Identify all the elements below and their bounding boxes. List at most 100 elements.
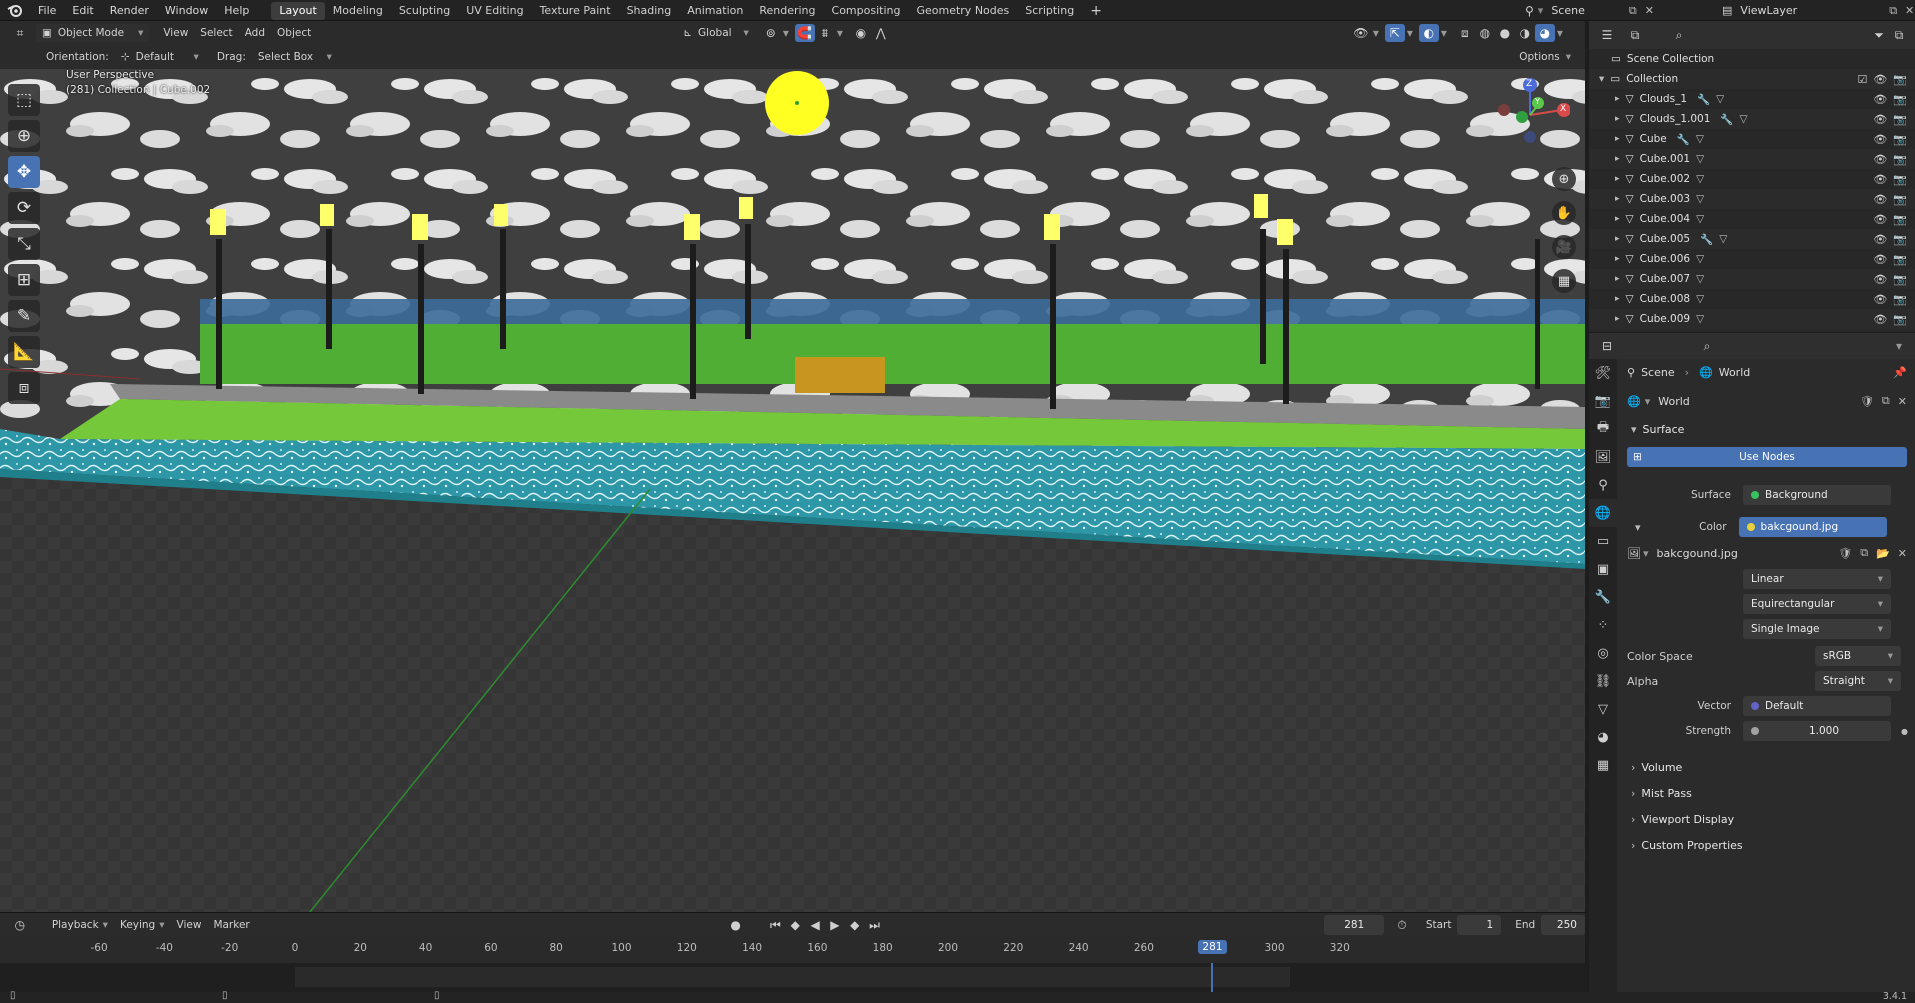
mesh-data-icon[interactable]: ▽ bbox=[1739, 113, 1747, 125]
camera-render-icon[interactable]: 📷 bbox=[1893, 233, 1907, 246]
fake-user-icon[interactable]: 🛡 bbox=[1838, 547, 1852, 560]
new-view-layer-icon[interactable]: ⧉ bbox=[1889, 4, 1897, 18]
timeline-track-area[interactable] bbox=[0, 963, 1585, 993]
mode-dropdown[interactable]: ▣ Object Mode ▾ bbox=[36, 24, 150, 42]
view-layer-selector[interactable]: ▤ ViewLayer ⧉ ✕ bbox=[1722, 0, 1914, 21]
expand-arrow-icon[interactable]: ▸ bbox=[1615, 114, 1620, 124]
outliner-item[interactable]: ▸ ▽ Cube.009 ▽ 👁 📷 bbox=[1589, 309, 1915, 329]
drag-dropdown[interactable]: Select Box ▾ bbox=[252, 48, 338, 66]
eye-icon[interactable]: 👁 bbox=[1873, 293, 1887, 306]
playhead-frame-indicator[interactable]: 281 bbox=[1198, 940, 1227, 954]
keyframe-dot-icon[interactable]: ● bbox=[1901, 727, 1908, 736]
eye-icon[interactable]: 👁 bbox=[1873, 273, 1887, 286]
outliner-scene-collection[interactable]: ▭ Scene Collection bbox=[1589, 49, 1915, 69]
material-preview-shading-icon[interactable]: ◑ bbox=[1515, 24, 1535, 42]
modifier-wrench-icon[interactable]: 🔧 bbox=[1700, 233, 1713, 246]
expand-arrow-icon[interactable]: ▸ bbox=[1615, 274, 1620, 284]
mesh-data-icon[interactable]: ▽ bbox=[1696, 253, 1704, 265]
camera-render-icon[interactable]: 📷 bbox=[1893, 253, 1907, 266]
xray-toggle-icon[interactable]: ⧈ bbox=[1455, 24, 1475, 42]
filter-icon[interactable]: ⏷ bbox=[1869, 26, 1889, 44]
timeline-ruler[interactable]: -60 -40 -20 0 20 40 60 80 100 120 140 160 180 200 220 2… bbox=[0, 937, 1585, 963]
scene-tab-icon[interactable]: ⚲ bbox=[1589, 471, 1617, 499]
marker-menu[interactable]: Marker bbox=[207, 916, 255, 934]
world-datablock-selector[interactable]: 🌐 ▾ World 🛡 ⧉ ✕ bbox=[1627, 389, 1907, 413]
camera-render-icon[interactable]: 📷 bbox=[1893, 153, 1907, 166]
tab-animation[interactable]: Animation bbox=[679, 2, 751, 20]
select-box-tool-icon[interactable]: ⬚ bbox=[8, 84, 40, 116]
end-frame-field[interactable]: 250 bbox=[1541, 915, 1585, 935]
tab-sculpting[interactable]: Sculpting bbox=[391, 2, 458, 20]
projection-dropdown[interactable]: Equirectangular ▾ bbox=[1743, 594, 1891, 614]
mesh-data-icon[interactable]: ▽ bbox=[1696, 173, 1704, 185]
data-tab-icon[interactable]: ▽ bbox=[1589, 695, 1617, 723]
rotate-tool-icon[interactable]: ⟳ bbox=[8, 192, 40, 224]
menu-help[interactable]: Help bbox=[216, 0, 257, 21]
overlays-toggle-icon[interactable]: ◐ bbox=[1418, 24, 1439, 42]
move-tool-icon[interactable]: ✥ bbox=[8, 156, 40, 188]
camera-render-icon[interactable]: 📷 bbox=[1893, 273, 1907, 286]
add-cube-tool-icon[interactable]: ⧈ bbox=[8, 372, 40, 404]
eye-icon[interactable]: 👁 bbox=[1873, 93, 1887, 106]
navigation-gizmo[interactable]: Z X Y bbox=[1490, 77, 1571, 157]
expand-arrow-icon[interactable]: ▸ bbox=[1615, 214, 1620, 224]
mist-pass-panel-header[interactable]: › Mist Pass bbox=[1619, 781, 1915, 807]
cursor-tool-icon[interactable]: ⊕ bbox=[8, 120, 40, 152]
wireframe-shading-icon[interactable]: ◍ bbox=[1475, 24, 1495, 42]
material-tab-icon[interactable]: ◕ bbox=[1589, 723, 1617, 751]
delete-view-layer-icon[interactable]: ✕ bbox=[1905, 4, 1914, 17]
search-icon[interactable]: ⌕ bbox=[1697, 337, 1717, 355]
annotate-tool-icon[interactable]: ✎ bbox=[8, 300, 40, 332]
outliner-item[interactable]: ▸ ▽ Cube.005 🔧 ▽ 👁 📷 bbox=[1589, 229, 1915, 249]
modifier-wrench-icon[interactable]: 🔧 bbox=[1697, 93, 1710, 106]
viewport-display-panel-header[interactable]: › Viewport Display bbox=[1619, 807, 1915, 833]
timeline-editor-type-icon[interactable]: ◷ bbox=[10, 916, 30, 934]
camera-render-icon[interactable]: 📷 bbox=[1893, 293, 1907, 306]
jump-keyframe-back-icon[interactable]: ◆ bbox=[785, 916, 805, 934]
transform-orientation-dropdown[interactable]: ⊾ Global ▾ bbox=[677, 24, 755, 42]
open-folder-icon[interactable]: 📂 bbox=[1876, 547, 1890, 560]
outliner-item[interactable]: ▸ ▽ Cube 🔧 ▽ 👁 📷 bbox=[1589, 129, 1915, 149]
playback-menu[interactable]: Playback ▾ bbox=[46, 916, 114, 934]
jump-end-icon[interactable]: ⏭ bbox=[865, 916, 885, 934]
menu-render[interactable]: Render bbox=[102, 0, 157, 21]
menu-edit[interactable]: Edit bbox=[64, 0, 101, 21]
timeline-view-menu[interactable]: View bbox=[171, 916, 208, 934]
mesh-data-icon[interactable]: ▽ bbox=[1696, 213, 1704, 225]
output-tab-icon[interactable]: 🖶 bbox=[1589, 415, 1617, 443]
menu-view[interactable]: View bbox=[157, 24, 194, 42]
modifier-wrench-icon[interactable]: 🔧 bbox=[1720, 113, 1733, 126]
view-layer-tab-icon[interactable]: 🖼 bbox=[1589, 443, 1617, 471]
new-collection-icon[interactable]: ⧉ bbox=[1889, 26, 1909, 44]
mesh-data-icon[interactable]: ▽ bbox=[1696, 293, 1704, 305]
pan-hand-icon[interactable]: ✋ bbox=[1552, 201, 1576, 225]
menu-object[interactable]: Object bbox=[271, 24, 317, 42]
transform-tool-icon[interactable]: ⊞ bbox=[8, 264, 40, 296]
tab-texture-paint[interactable]: Texture Paint bbox=[532, 2, 619, 20]
outliner-item[interactable]: ▸ ▽ Cube.006 ▽ 👁 📷 bbox=[1589, 249, 1915, 269]
mesh-data-icon[interactable]: ▽ bbox=[1696, 193, 1704, 205]
zoom-icon[interactable]: ⊕ bbox=[1552, 167, 1576, 191]
collection-tab-icon[interactable]: ▭ bbox=[1589, 527, 1617, 555]
object-tab-icon[interactable]: ▣ bbox=[1589, 555, 1617, 583]
stopwatch-icon[interactable]: ⏱ bbox=[1392, 916, 1412, 934]
mesh-data-icon[interactable]: ▽ bbox=[1696, 153, 1704, 165]
color-space-dropdown[interactable]: sRGB ▾ bbox=[1815, 646, 1901, 666]
pin-scene-icon[interactable]: ⧉ bbox=[1629, 4, 1637, 18]
menu-add[interactable]: Add bbox=[239, 24, 271, 42]
snap-target-icon[interactable]: ⩩ bbox=[815, 24, 835, 42]
camera-render-icon[interactable]: 📷 bbox=[1893, 173, 1907, 186]
tab-shading[interactable]: Shading bbox=[619, 2, 680, 20]
outliner-item[interactable]: ▸ ▽ Cube.003 ▽ 👁 📷 bbox=[1589, 189, 1915, 209]
add-workspace-button[interactable]: + bbox=[1082, 2, 1110, 20]
camera-render-icon[interactable]: 📷 bbox=[1893, 113, 1907, 126]
image-datablock-row[interactable]: 🖼 ▾ bakcgound.jpg 🛡 ⧉ 📂 ✕ bbox=[1627, 541, 1915, 565]
outliner-item[interactable]: ▸ ▽ Cube.008 ▽ 👁 📷 bbox=[1589, 289, 1915, 309]
3d-viewport[interactable]: User Perspective (281) Collection | Cube… bbox=[0, 69, 1585, 912]
orientation-dropdown[interactable]: ⊹ Default ▾ bbox=[115, 48, 205, 66]
measure-tool-icon[interactable]: 📐 bbox=[8, 336, 40, 368]
pivot-point-icon[interactable]: ⊚ bbox=[761, 24, 781, 42]
particles-tab-icon[interactable]: ⁘ bbox=[1589, 611, 1617, 639]
custom-properties-panel-header[interactable]: › Custom Properties bbox=[1619, 833, 1915, 859]
unlink-world-icon[interactable]: ✕ bbox=[1898, 395, 1907, 408]
